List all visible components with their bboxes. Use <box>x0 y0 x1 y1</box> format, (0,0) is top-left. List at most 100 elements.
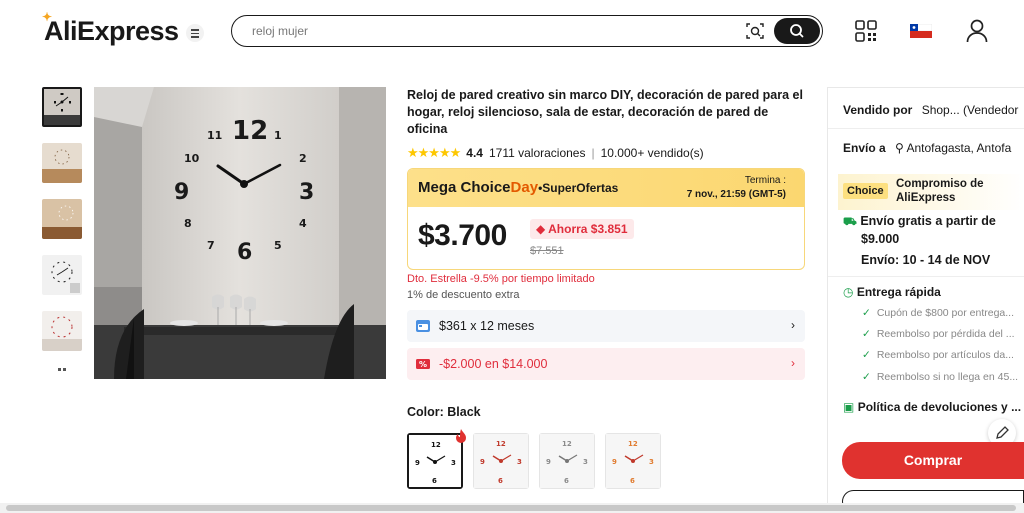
tag-icon: ◆ <box>536 222 546 236</box>
promo-ends-label: Termina : <box>744 175 786 186</box>
swatch-silver[interactable]: 12 9 3 6 <box>539 433 595 489</box>
aliexpress-logo[interactable]: ✦ AliExpress <box>42 10 179 47</box>
thumbnail-1[interactable] <box>42 87 82 127</box>
calendar-card-icon <box>416 320 430 332</box>
svg-text:12: 12 <box>496 440 506 448</box>
benefit-text: Reembolso por artículos da... <box>876 349 1014 361</box>
rating-row: ★★★★★ 4.4 1711 valoraciones | 10.000+ ve… <box>407 145 704 161</box>
svg-text:3: 3 <box>517 458 522 466</box>
svg-text:9: 9 <box>612 458 617 466</box>
sold-by-row[interactable]: Vendido por Shop... (Vendedor <box>843 103 1018 117</box>
commitment-line-1: Compromiso de <box>896 178 984 190</box>
scrollbar-thumb[interactable] <box>6 505 1016 511</box>
clock-icon: ◷ <box>843 285 854 299</box>
benefit-item: ✓ Reembolso si no llega en 45... <box>862 371 1018 383</box>
location-pin-icon: ⚲ <box>895 141 904 155</box>
reviews-count[interactable]: 1711 valoraciones <box>489 146 586 160</box>
swatch-orange[interactable]: 12 9 3 6 <box>605 433 661 489</box>
buy-now-button[interactable]: Comprar <box>842 442 1024 479</box>
divider <box>828 276 1024 277</box>
original-price: $7.551 <box>530 245 564 257</box>
svg-text:6: 6 <box>498 477 503 485</box>
promo-name-day: Day <box>510 179 539 196</box>
ship-to-value: Antofagasta, Antofa <box>906 141 1012 155</box>
svg-text:3: 3 <box>299 180 314 205</box>
free-shipping-line-1: Envío gratis a partir de <box>860 214 996 228</box>
color-label: Color: Black <box>407 405 481 419</box>
star-discount-text: Dto. Estrella -9.5% por tiempo limitado <box>407 273 595 285</box>
svg-text:12: 12 <box>431 441 441 449</box>
thumbnail-5[interactable] <box>42 311 82 351</box>
free-shipping-line-2: $9.000 <box>861 232 900 246</box>
swatch-red[interactable]: 12 9 3 6 <box>473 433 529 489</box>
header: ✦ AliExpress <box>0 0 1024 62</box>
thumbnail-4[interactable] <box>42 255 82 295</box>
svg-text:12: 12 <box>628 440 638 448</box>
installments-row[interactable]: $361 x 12 meses › <box>407 310 805 342</box>
user-account-icon[interactable] <box>966 19 988 43</box>
return-policy-icon: ▣ <box>843 400 855 414</box>
commitment-line-2: AliExpress <box>896 192 956 204</box>
ship-to-row[interactable]: Envío a ⚲ Antofagasta, Antofa <box>843 141 1011 155</box>
svg-text:6: 6 <box>630 477 635 485</box>
svg-text:9: 9 <box>415 459 420 467</box>
choice-badge: Choice <box>843 183 888 199</box>
promo-ends-date: 7 nov., 21:59 (GMT-5) <box>686 189 786 200</box>
product-title: Reloj de pared creativo sin marco DIY, d… <box>407 88 803 136</box>
sold-by-value[interactable]: Shop... (Vendedor <box>922 103 1019 117</box>
svg-text:6: 6 <box>237 240 252 265</box>
fast-delivery-title[interactable]: ◷ Entrega rápida <box>843 285 947 299</box>
promo-header: Mega ChoiceDay•SuperOfertas Termina : 7 … <box>408 169 804 207</box>
thumbnail-6[interactable] <box>42 363 82 373</box>
color-swatches: 12 9 3 6 12 9 3 6 12 9 3 6 12 9 3 6 <box>407 429 661 489</box>
coupon-row[interactable]: % -$2.000 en $14.000 › <box>407 348 805 380</box>
choice-commitment-box: Choice Compromiso de AliExpress <box>838 174 1024 210</box>
svg-text:7: 7 <box>207 239 215 252</box>
check-icon: ✓ <box>862 307 871 319</box>
svg-text:3: 3 <box>583 458 588 466</box>
promo-price-box: Mega ChoiceDay•SuperOfertas Termina : 7 … <box>407 168 805 270</box>
current-price: $3.700 <box>418 219 507 252</box>
divider <box>828 128 1024 129</box>
logo-text: AliExpress <box>44 16 179 46</box>
returns-policy-row[interactable]: ▣ Política de devoluciones y ... <box>843 400 1024 414</box>
svg-text:5: 5 <box>274 239 282 252</box>
check-icon: ✓ <box>862 349 871 361</box>
camera-search-icon[interactable] <box>746 22 764 40</box>
svg-text:%: % <box>419 360 427 369</box>
benefit-text: Reembolso si no llega en 45... <box>876 371 1019 383</box>
benefit-item: ✓ Cupón de $800 por entrega... <box>862 307 1014 319</box>
thumbnail-2[interactable] <box>42 143 82 183</box>
promo-name-sub: •SuperOfertas <box>538 181 619 195</box>
chile-flag-icon[interactable] <box>910 24 932 38</box>
search-input[interactable] <box>252 22 712 40</box>
swatch-black[interactable]: 12 9 3 6 <box>407 429 466 489</box>
qr-code-icon[interactable] <box>855 20 877 42</box>
svg-text:9: 9 <box>546 458 551 466</box>
rating-value: 4.4 <box>466 146 483 160</box>
promo-end-time: Termina : 7 nov., 21:59 (GMT-5) <box>687 174 786 202</box>
savings-text: Ahorra $3.851 <box>548 222 628 236</box>
svg-text:12: 12 <box>562 440 572 448</box>
separator: | <box>591 146 595 160</box>
coupon-icon: % <box>416 359 430 369</box>
commitment-text: Compromiso de AliExpress <box>896 177 984 205</box>
delivery-date: Envío: 10 - 14 de NOV <box>861 253 991 267</box>
thumbnail-list <box>42 87 84 389</box>
svg-text:3: 3 <box>649 458 654 466</box>
thumbnail-3[interactable] <box>42 199 82 239</box>
svg-text:6: 6 <box>564 477 569 485</box>
installments-text: $361 x 12 meses <box>439 319 535 333</box>
menu-icon[interactable] <box>186 24 204 42</box>
horizontal-scrollbar[interactable] <box>0 503 1024 513</box>
fast-delivery-label: Entrega rápida <box>856 285 941 299</box>
promo-event-name: Mega ChoiceDay•SuperOfertas <box>418 179 618 196</box>
search-bar <box>231 15 823 47</box>
svg-text:9: 9 <box>480 458 485 466</box>
svg-text:3: 3 <box>451 459 456 467</box>
svg-text:4: 4 <box>299 217 307 230</box>
svg-text:12: 12 <box>232 116 268 146</box>
search-button[interactable] <box>774 18 820 44</box>
main-product-image[interactable]: 12 11 1 10 2 9 3 8 4 7 5 6 <box>94 87 386 379</box>
svg-text:11: 11 <box>207 129 222 142</box>
